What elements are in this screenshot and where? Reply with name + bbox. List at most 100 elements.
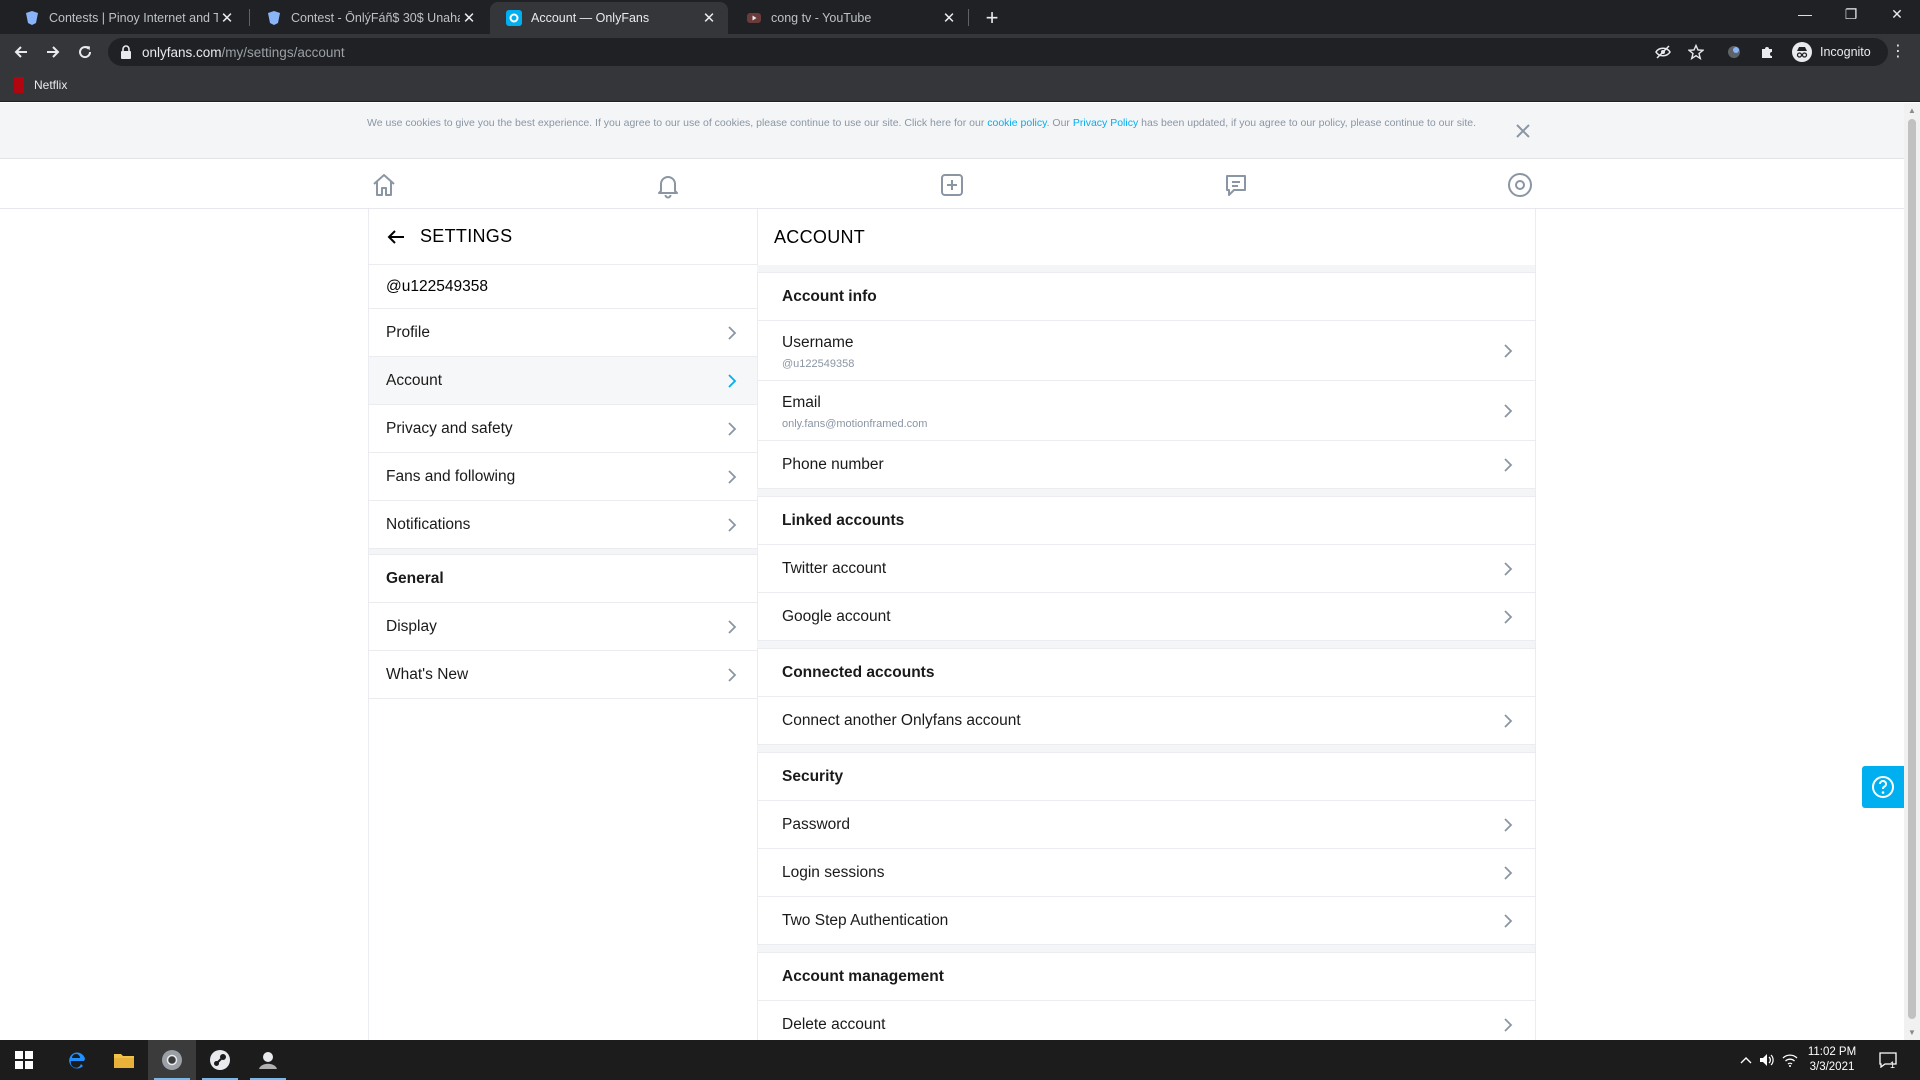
account-username-row[interactable]: Username @u122549358 <box>757 321 1535 381</box>
edge-icon[interactable] <box>52 1040 100 1080</box>
settings-header: SETTINGS <box>369 209 757 265</box>
tray-chevron-up-icon[interactable] <box>1736 1040 1756 1080</box>
puzzle-icon[interactable] <box>1758 43 1776 61</box>
messages-icon[interactable] <box>1222 171 1250 199</box>
settings-item-label: Notifications <box>386 515 471 533</box>
restore-button[interactable]: ❐ <box>1828 0 1874 30</box>
cookie-text-part: has been updated, if you agree to our po… <box>1138 117 1476 129</box>
twitter-account-row[interactable]: Twitter account <box>757 545 1535 593</box>
settings-item-label: Fans and following <box>386 467 516 485</box>
help-button[interactable] <box>1862 766 1904 808</box>
back-arrow-icon[interactable] <box>386 226 408 248</box>
chevron-right-icon <box>728 470 737 484</box>
tab-title: Contest - ÔnlýFáñ$ 30$ Unahan! <box>291 11 460 25</box>
account-phone-row[interactable]: Phone number <box>757 441 1535 489</box>
minimize-button[interactable]: — <box>1782 0 1828 30</box>
account-email-row[interactable]: Email only.fans@motionframed.com <box>757 381 1535 441</box>
browser-tab-contest[interactable]: Contest - ÔnlýFáñ$ 30$ Unahan! ✕ <box>250 2 488 34</box>
bell-icon[interactable] <box>654 171 682 199</box>
back-button[interactable] <box>8 39 34 65</box>
settings-item-display[interactable]: Display <box>369 603 757 651</box>
wifi-icon[interactable] <box>1780 1040 1800 1080</box>
cookie-text-part: We use cookies to give you the best expe… <box>367 117 988 129</box>
settings-item-privacy[interactable]: Privacy and safety <box>369 405 757 453</box>
url-path: /my/settings/account <box>221 45 345 60</box>
browser-tab-bar: Contests | Pinoy Internet and Tec ✕ Cont… <box>0 0 1920 34</box>
settings-item-label: Account <box>386 371 443 389</box>
windows-start-icon[interactable] <box>0 1040 48 1080</box>
forward-button[interactable] <box>40 39 66 65</box>
pinoy-favicon-icon <box>266 10 282 26</box>
bookmark-netflix[interactable]: Netflix <box>14 77 67 93</box>
scroll-down-icon[interactable]: ▼ <box>1908 1028 1916 1037</box>
delete-account-row[interactable]: Delete account <box>757 1001 1535 1040</box>
extension-icon[interactable] <box>1725 43 1743 61</box>
incognito-badge[interactable]: Incognito <box>1788 39 1881 65</box>
settings-menu: SETTINGS @u122549358 Profile Account Pri… <box>368 209 758 1040</box>
reload-icon <box>79 46 92 59</box>
cookie-text: We use cookies to give you the best expe… <box>367 116 1485 131</box>
tab-close-icon[interactable]: ✕ <box>218 9 236 27</box>
privacy-policy-link[interactable]: Privacy Policy <box>1073 117 1138 129</box>
address-bar[interactable]: onlyfans.com/my/settings/account <box>108 38 1888 66</box>
login-sessions-row[interactable]: Login sessions <box>757 849 1535 897</box>
settings-item-fans[interactable]: Fans and following <box>369 453 757 501</box>
settings-item-account[interactable]: Account <box>369 357 757 405</box>
add-post-icon[interactable] <box>938 171 966 199</box>
tab-close-icon[interactable]: ✕ <box>700 9 718 27</box>
action-center-icon[interactable]: 1 <box>1868 1040 1908 1080</box>
chevron-right-icon <box>728 518 737 532</box>
google-account-row[interactable]: Google account <box>757 593 1535 641</box>
browser-tab-onlyfans[interactable]: Account — OnlyFans ✕ <box>490 2 728 34</box>
two-step-auth-label: Two Step Authentication <box>782 911 949 929</box>
two-step-auth-row[interactable]: Two Step Authentication <box>757 897 1535 945</box>
notification-count: 1 <box>1890 1060 1896 1070</box>
file-explorer-icon[interactable] <box>100 1040 148 1080</box>
eye-slash-icon[interactable] <box>1654 43 1672 61</box>
browser-tab-pinoy[interactable]: Contests | Pinoy Internet and Tec ✕ <box>8 2 246 34</box>
home-icon[interactable] <box>370 171 398 199</box>
bookmark-star-icon[interactable] <box>1687 43 1705 61</box>
section-divider <box>757 265 1535 273</box>
cookie-text-part: . Our <box>1046 117 1073 129</box>
new-tab-button[interactable]: + <box>978 4 1006 32</box>
settings-item-profile[interactable]: Profile <box>369 309 757 357</box>
section-divider <box>757 489 1535 497</box>
steam-icon[interactable] <box>196 1040 244 1080</box>
cookie-policy-link[interactable]: cookie policy <box>987 117 1046 129</box>
reload-button[interactable] <box>72 39 98 65</box>
settings-item-notifications[interactable]: Notifications <box>369 501 757 549</box>
general-section-title: General <box>369 555 757 603</box>
page-scrollbar[interactable]: ▲ ▼ <box>1904 103 1920 1040</box>
close-window-button[interactable]: ✕ <box>1874 0 1920 30</box>
password-row[interactable]: Password <box>757 801 1535 849</box>
close-icon[interactable] <box>1512 120 1534 142</box>
help-question-icon <box>1872 776 1894 798</box>
connect-account-row[interactable]: Connect another Onlyfans account <box>757 697 1535 745</box>
url-text: onlyfans.com/my/settings/account <box>142 45 345 60</box>
browser-menu-icon[interactable]: ⋮ <box>1890 43 1906 61</box>
scroll-up-icon[interactable]: ▲ <box>1908 106 1916 115</box>
twitter-account-label: Twitter account <box>782 559 887 577</box>
lock-icon <box>121 45 131 59</box>
google-account-label: Google account <box>782 607 891 625</box>
chevron-right-icon <box>1504 1018 1513 1032</box>
tab-close-icon[interactable]: ✕ <box>940 9 958 27</box>
taskbar-clock[interactable]: 11:02 PM 3/3/2021 <box>1800 1045 1864 1075</box>
account-management-section-title: Account management <box>757 953 1535 1001</box>
profile-icon[interactable] <box>1506 171 1534 199</box>
account-title: ACCOUNT <box>774 226 866 247</box>
youtube-favicon-icon <box>746 10 762 26</box>
volume-icon[interactable] <box>1756 1040 1778 1080</box>
browser-tab-youtube[interactable]: cong tv - YouTube ✕ <box>730 2 968 34</box>
settings-item-whats-new[interactable]: What's New <box>369 651 757 699</box>
chevron-right-icon <box>728 668 737 682</box>
chrome-taskbar-icon[interactable] <box>148 1040 196 1080</box>
app-taskbar-icon[interactable] <box>244 1040 292 1080</box>
settings-username: @u122549358 <box>369 265 757 309</box>
chevron-right-icon <box>1504 344 1513 358</box>
scrollbar-thumb[interactable] <box>1908 119 1916 1019</box>
tab-separator <box>968 9 969 26</box>
chevron-right-icon <box>728 422 737 436</box>
tab-close-icon[interactable]: ✕ <box>460 9 478 27</box>
